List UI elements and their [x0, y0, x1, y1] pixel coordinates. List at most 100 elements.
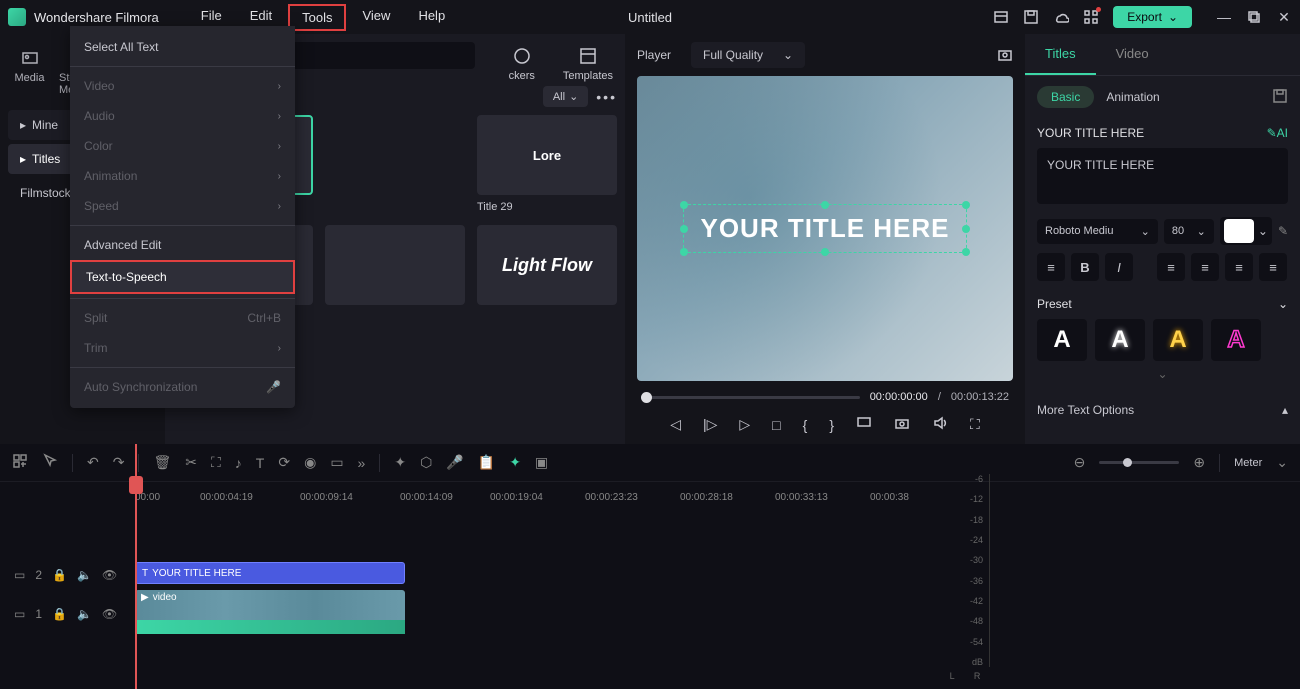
visibility-icon[interactable]: 👁 [102, 568, 117, 582]
expand-icon[interactable]: » [358, 455, 366, 471]
auto-icon[interactable]: ✦ [394, 454, 406, 471]
menu-help[interactable]: Help [406, 4, 457, 31]
apps-icon[interactable] [1083, 9, 1099, 25]
track-badge-icon[interactable]: ▭ [14, 568, 25, 582]
preset-2[interactable]: A [1095, 319, 1145, 361]
delete-icon[interactable]: 🗑 [153, 454, 171, 471]
menu-animation[interactable]: Animation› [70, 161, 295, 191]
add-track-icon[interactable] [12, 453, 28, 472]
color-icon[interactable]: ◉ [304, 454, 316, 471]
title-thumb[interactable] [325, 225, 465, 305]
menu-audio[interactable]: Audio› [70, 101, 295, 131]
prev-frame-icon[interactable]: ◁ [670, 416, 681, 433]
crop-icon[interactable]: ⛶ [211, 454, 221, 471]
stop-icon[interactable]: □ [772, 417, 780, 433]
lock-icon[interactable]: 🔒 [52, 568, 67, 582]
volume-icon[interactable] [932, 415, 948, 434]
lock-icon[interactable]: 🔒 [52, 607, 67, 621]
transcript-icon[interactable]: 📋 [478, 454, 495, 471]
mark-out-icon[interactable]: } [829, 417, 834, 433]
mark-in-icon[interactable]: { [803, 417, 808, 433]
preset-4[interactable]: A [1211, 319, 1261, 361]
title-clip[interactable]: TYOUR TITLE HERE [135, 562, 405, 584]
fullscreen-icon[interactable]: ⛶ [970, 416, 980, 433]
font-family-select[interactable]: Roboto Mediu⌄ [1037, 219, 1158, 244]
speed-icon[interactable]: ⟳ [278, 454, 290, 471]
mute-icon[interactable]: 🔈 [77, 568, 92, 582]
title-thumb-29[interactable]: Lore [477, 115, 617, 195]
track-badge-icon[interactable]: ▭ [14, 607, 25, 621]
menu-video[interactable]: Video› [70, 71, 295, 101]
align-justify-button[interactable]: ≡ [1259, 253, 1287, 281]
mute-icon[interactable]: 🔈 [77, 607, 92, 621]
menu-split[interactable]: SplitCtrl+B [70, 303, 295, 333]
mask-icon[interactable]: ▭ [330, 454, 343, 471]
menu-select-all-text[interactable]: Select All Text [70, 32, 295, 62]
line-spacing-button[interactable]: ≡ [1037, 253, 1065, 281]
playhead[interactable] [135, 444, 137, 689]
music-icon[interactable]: ♪ [235, 455, 242, 471]
menu-tools[interactable]: Tools [288, 4, 346, 31]
more-text-options[interactable]: More Text Options▴ [1037, 397, 1288, 423]
menu-advanced-edit[interactable]: Advanced Edit [70, 230, 295, 260]
tab-titles-inspector[interactable]: Titles [1025, 34, 1096, 75]
text-icon[interactable]: T [256, 455, 265, 471]
ai-edit-icon[interactable]: ✎AI [1267, 126, 1288, 140]
step-back-icon[interactable]: |▷ [703, 416, 717, 433]
snapshot-icon[interactable] [997, 47, 1013, 63]
menu-trim[interactable]: Trim› [70, 333, 295, 363]
mic-icon[interactable]: 🎤 [446, 454, 463, 471]
subtab-animation[interactable]: Animation [1106, 90, 1159, 104]
close-button[interactable]: ✕ [1276, 9, 1292, 25]
bold-button[interactable]: B [1071, 253, 1099, 281]
chevron-down-icon[interactable]: ⌄ [1276, 454, 1288, 471]
shield-icon[interactable]: ⬡ [420, 454, 432, 471]
preset-3[interactable]: A [1153, 319, 1203, 361]
preset-more-icon[interactable]: ⌄ [1037, 367, 1288, 381]
layout-icon[interactable] [993, 9, 1009, 25]
zoom-slider[interactable] [1099, 461, 1179, 464]
filter-all-button[interactable]: All⌄ [543, 86, 588, 107]
font-color-picker[interactable]: ⌄ [1220, 217, 1272, 245]
playback-scrubber[interactable] [641, 396, 860, 399]
menu-auto-sync[interactable]: Auto Synchronization🎤 [70, 372, 295, 402]
maximize-button[interactable] [1246, 9, 1262, 25]
align-left-button[interactable]: ≡ [1157, 253, 1185, 281]
marker-icon[interactable]: ✦ [509, 454, 521, 471]
align-center-button[interactable]: ≡ [1191, 253, 1219, 281]
eyedropper-icon[interactable]: ✎ [1278, 224, 1288, 238]
tab-templates[interactable]: Templates [559, 42, 617, 86]
cut-icon[interactable]: ✂ [185, 454, 197, 471]
menu-speed[interactable]: Speed› [70, 191, 295, 221]
display-icon[interactable] [856, 415, 872, 434]
tab-stickers[interactable]: ckers [505, 42, 539, 86]
video-preview[interactable]: YOUR TITLE HERE [637, 76, 1013, 381]
font-size-select[interactable]: 80⌄ [1164, 219, 1214, 244]
chevron-down-icon[interactable]: ⌄ [1278, 297, 1288, 311]
undo-icon[interactable]: ↶ [87, 454, 99, 471]
title-thumb-lightflow[interactable]: Light Flow [477, 225, 617, 305]
video-clip[interactable]: ▶video [135, 590, 405, 634]
title-overlay[interactable]: YOUR TITLE HERE [683, 204, 966, 253]
save-icon[interactable] [1023, 9, 1039, 25]
align-right-button[interactable]: ≡ [1225, 253, 1253, 281]
menu-text-to-speech[interactable]: Text-to-Speech [70, 260, 295, 294]
quality-dropdown[interactable]: Full Quality⌄ [691, 42, 805, 68]
minimize-button[interactable]: — [1216, 9, 1232, 25]
tab-video-inspector[interactable]: Video [1096, 34, 1169, 75]
timeline-ruler[interactable]: 00:00 00:00:04:19 00:00:09:14 00:00:14:0… [0, 482, 1300, 512]
title-text-input[interactable]: YOUR TITLE HERE [1037, 148, 1288, 204]
tab-media[interactable]: Media [4, 42, 55, 102]
menu-view[interactable]: View [350, 4, 402, 31]
zoom-in-icon[interactable]: ⊕ [1193, 454, 1205, 471]
more-options-button[interactable]: ••• [596, 89, 617, 105]
export-button[interactable]: Export⌄ [1113, 6, 1192, 28]
play-icon[interactable]: ▷ [739, 416, 750, 433]
frame-icon[interactable]: ▣ [535, 454, 548, 471]
camera-icon[interactable] [894, 415, 910, 434]
preset-1[interactable]: A [1037, 319, 1087, 361]
zoom-out-icon[interactable]: ⊖ [1074, 454, 1086, 471]
subtab-basic[interactable]: Basic [1037, 86, 1094, 108]
redo-icon[interactable]: ↷ [113, 454, 125, 471]
cloud-icon[interactable] [1053, 9, 1069, 25]
